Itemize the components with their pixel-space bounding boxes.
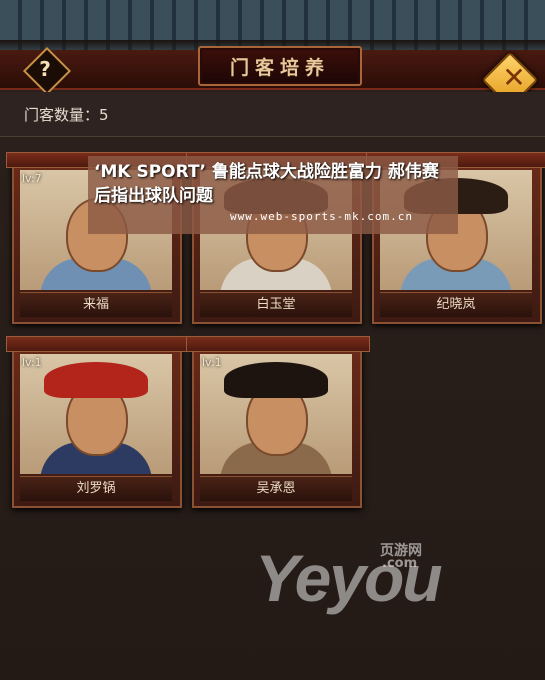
retainer-name: 纪晓岚 bbox=[380, 292, 532, 317]
title-plaque: 门客培养 bbox=[198, 46, 362, 86]
level-badge: lv:1 bbox=[22, 356, 42, 369]
portrait bbox=[20, 354, 172, 474]
card-canopy bbox=[186, 336, 370, 352]
card-canopy bbox=[6, 336, 190, 352]
banner-url[interactable]: www.web-sports-mk.com.cn bbox=[230, 210, 413, 223]
retainer-card[interactable]: lv:1 吴承恩 bbox=[186, 336, 370, 508]
retainer-name: 白玉堂 bbox=[200, 292, 352, 317]
retainer-count: 门客数量：5 bbox=[24, 106, 109, 124]
watermark-com: .com bbox=[382, 556, 418, 571]
portrait bbox=[200, 354, 352, 474]
banner-title[interactable]: ‘MK SPORT’ 鲁能点球大战险胜富力 郝伟赛后指出球队问题 bbox=[94, 160, 454, 208]
retainer-name: 来福 bbox=[20, 292, 172, 317]
level-badge: lv:1 bbox=[202, 356, 222, 369]
level-badge: lv:7 bbox=[22, 172, 42, 185]
official-hat bbox=[44, 362, 148, 398]
retainer-card[interactable]: lv:1 刘罗锅 bbox=[6, 336, 190, 508]
retainer-name: 刘罗锅 bbox=[20, 476, 172, 501]
page-title: 门客培养 bbox=[229, 56, 330, 79]
hair bbox=[224, 362, 328, 398]
retainer-name: 吴承恩 bbox=[200, 476, 352, 501]
